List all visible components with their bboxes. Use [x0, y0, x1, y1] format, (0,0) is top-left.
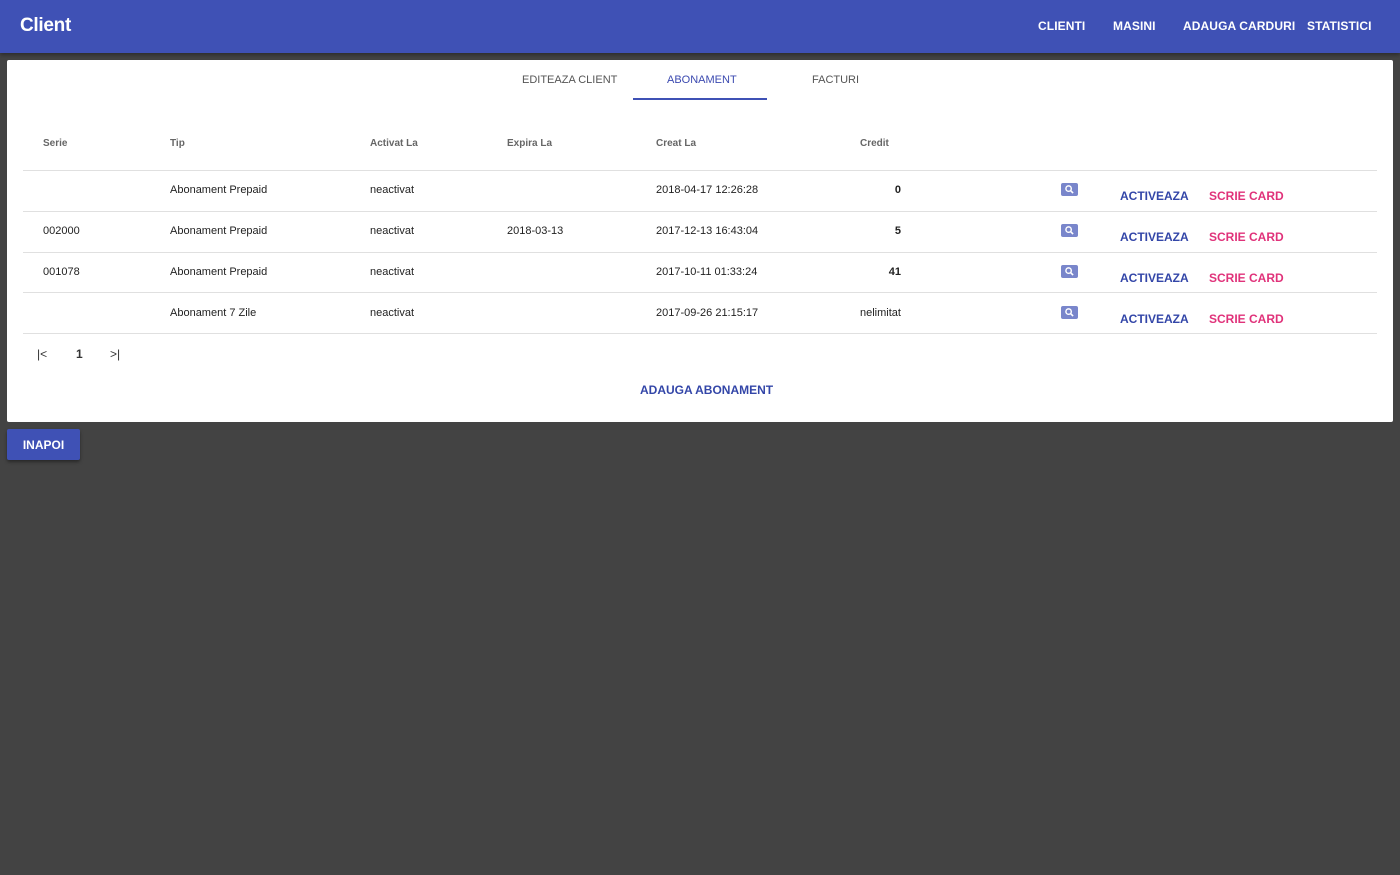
app-title: Client: [20, 15, 71, 36]
cell-expira: 2018-03-13: [507, 225, 564, 237]
activate-button[interactable]: ACTIVEAZA: [1120, 312, 1189, 326]
row-divider: [23, 252, 1377, 253]
first-page-button[interactable]: |<: [37, 347, 47, 361]
header-tip: Tip: [170, 138, 185, 149]
activate-button[interactable]: ACTIVEAZA: [1120, 189, 1189, 203]
cell-activat: neactivat: [370, 225, 415, 237]
header-divider: [23, 170, 1377, 171]
header-credit: Credit: [860, 138, 889, 149]
activate-button[interactable]: ACTIVEAZA: [1120, 271, 1189, 285]
view-details-button[interactable]: [1061, 265, 1078, 278]
cell-creat: 2017-10-11 01:33:24: [656, 266, 758, 278]
cell-credit: nelimitat: [860, 307, 901, 319]
search-icon: [1065, 185, 1074, 194]
nav-clienti[interactable]: CLIENTI: [1038, 19, 1085, 33]
cell-activat: neactivat: [370, 184, 415, 196]
tab-abonament[interactable]: ABONAMENT: [667, 74, 737, 86]
write-card-button[interactable]: SCRIE CARD: [1209, 230, 1284, 244]
view-details-button[interactable]: [1061, 306, 1078, 319]
view-details-button[interactable]: [1061, 224, 1078, 237]
back-button[interactable]: INAPOI: [7, 429, 80, 460]
header-creat-la: Creat La: [656, 138, 697, 149]
cell-tip: Abonament 7 Zile: [170, 307, 257, 319]
cell-creat: 2017-12-13 16:43:04: [656, 225, 759, 237]
cell-credit: 0: [894, 184, 901, 196]
cell-activat: neactivat: [370, 307, 415, 319]
cell-tip: Abonament Prepaid: [170, 266, 268, 278]
write-card-button[interactable]: SCRIE CARD: [1209, 312, 1284, 326]
tab-facturi[interactable]: FACTURI: [812, 74, 859, 86]
header-activat-la: Activat La: [370, 138, 418, 149]
header-expira-la: Expira La: [507, 138, 553, 149]
nav-masini[interactable]: MASINI: [1113, 19, 1156, 33]
row-divider: [23, 292, 1377, 293]
cell-serie: 001078: [43, 266, 80, 278]
search-icon: [1065, 308, 1074, 317]
header-serie: Serie: [43, 138, 68, 149]
write-card-button[interactable]: SCRIE CARD: [1209, 271, 1284, 285]
activate-button[interactable]: ACTIVEAZA: [1120, 230, 1189, 244]
nav-adauga-carduri[interactable]: ADAUGA CARDURI: [1183, 19, 1295, 33]
cell-creat: 2018-04-17 12:26:28: [656, 184, 759, 196]
view-details-button[interactable]: [1061, 183, 1078, 196]
cell-tip: Abonament Prepaid: [170, 184, 268, 196]
nav-statistici[interactable]: STATISTICI: [1307, 19, 1372, 33]
search-icon: [1065, 226, 1074, 235]
cell-credit: 41: [888, 266, 901, 278]
active-tab-indicator: [633, 98, 767, 100]
cell-credit: 5: [894, 225, 901, 237]
last-page-button[interactable]: >|: [110, 347, 120, 361]
page-number[interactable]: 1: [76, 347, 83, 361]
app-bar: Client CLIENTI MASINI ADAUGA CARDURI STA…: [0, 0, 1400, 53]
subscription-card: EDITEAZA CLIENT ABONAMENT FACTURI Serie …: [7, 60, 1393, 422]
tab-editeaza-client[interactable]: EDITEAZA CLIENT: [522, 74, 617, 86]
search-icon: [1065, 267, 1074, 276]
add-subscription-button[interactable]: ADAUGA ABONAMENT: [640, 383, 773, 397]
write-card-button[interactable]: SCRIE CARD: [1209, 189, 1284, 203]
row-divider: [23, 211, 1377, 212]
cell-activat: neactivat: [370, 266, 415, 278]
row-divider: [23, 333, 1377, 334]
cell-creat: 2017-09-26 21:15:17: [656, 307, 759, 319]
cell-serie: 002000: [43, 225, 80, 237]
cell-tip: Abonament Prepaid: [170, 225, 268, 237]
